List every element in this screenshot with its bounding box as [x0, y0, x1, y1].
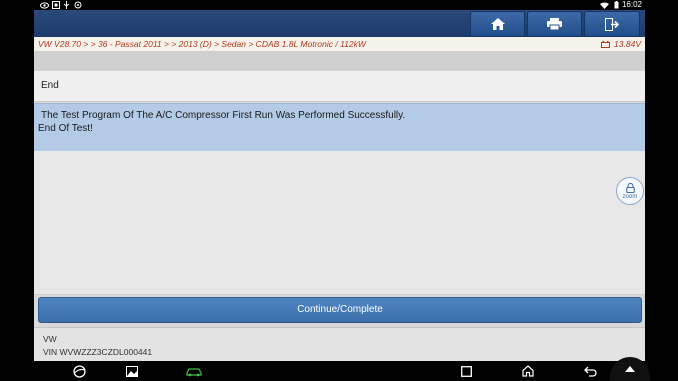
android-status-bar: 16:02 — [0, 0, 678, 10]
android-nav-bar — [0, 361, 678, 381]
battery-voltage: 13.84V — [601, 37, 641, 51]
exit-icon — [604, 17, 619, 31]
clock: 16:02 — [621, 0, 642, 9]
voltage-value: 13.84V — [614, 39, 641, 49]
print-icon — [547, 18, 562, 30]
battery-icon — [614, 0, 619, 10]
gallery-button[interactable] — [124, 363, 140, 379]
gallery-icon — [126, 365, 138, 377]
eye-icon — [40, 0, 49, 10]
car-battery-icon — [601, 40, 611, 48]
result-message-line2: End Of Test! — [38, 123, 93, 134]
settings-icon — [74, 0, 82, 10]
home-button[interactable] — [470, 11, 525, 37]
print-button[interactable] — [527, 11, 582, 37]
nav-home-button[interactable] — [520, 363, 536, 379]
result-message-line1: The Test Program Of The A/C Compressor F… — [41, 110, 406, 121]
breadcrumb: VW V28.70 > > 36 - Passat 2011 > > 2013 … — [38, 39, 366, 49]
lock-icon — [625, 182, 635, 193]
screenshot-icon — [52, 0, 60, 10]
result-message-box: The Test Program Of The A/C Compressor F… — [34, 103, 645, 152]
breadcrumb-bar: VW V28.70 > > 36 - Passat 2011 > > 2013 … — [34, 37, 645, 51]
car-app-button[interactable] — [186, 363, 202, 379]
home-icon — [522, 365, 534, 377]
zoom-button[interactable]: zoom — [616, 177, 644, 205]
usb-icon — [63, 0, 70, 10]
continue-complete-button[interactable]: Continue/Complete — [38, 297, 642, 323]
spacer-bar — [34, 51, 645, 71]
browser-icon — [72, 364, 86, 378]
vehicle-info-footer: VW VIN WVWZZZ3CZDL000441 — [34, 327, 645, 361]
content-area — [34, 151, 645, 295]
page-title: End — [41, 80, 59, 91]
recents-icon — [460, 365, 472, 377]
diagnostic-app: VW V28.70 > > 36 - Passat 2011 > > 2013 … — [34, 10, 645, 361]
back-button[interactable] — [582, 363, 598, 379]
header-toolbar — [34, 10, 645, 37]
vehicle-make: VW — [43, 334, 57, 344]
home-icon — [490, 18, 505, 30]
browser-button[interactable] — [71, 363, 87, 379]
zoom-label: zoom — [622, 193, 638, 200]
recents-button[interactable] — [458, 363, 474, 379]
wifi-icon — [600, 0, 609, 10]
exit-button[interactable] — [584, 11, 640, 37]
car-icon — [186, 367, 202, 376]
vehicle-vin: VIN WVWZZZ3CZDL000441 — [43, 347, 153, 357]
back-icon — [583, 366, 597, 377]
title-row: End — [34, 71, 645, 102]
collapse-icon — [625, 366, 635, 372]
